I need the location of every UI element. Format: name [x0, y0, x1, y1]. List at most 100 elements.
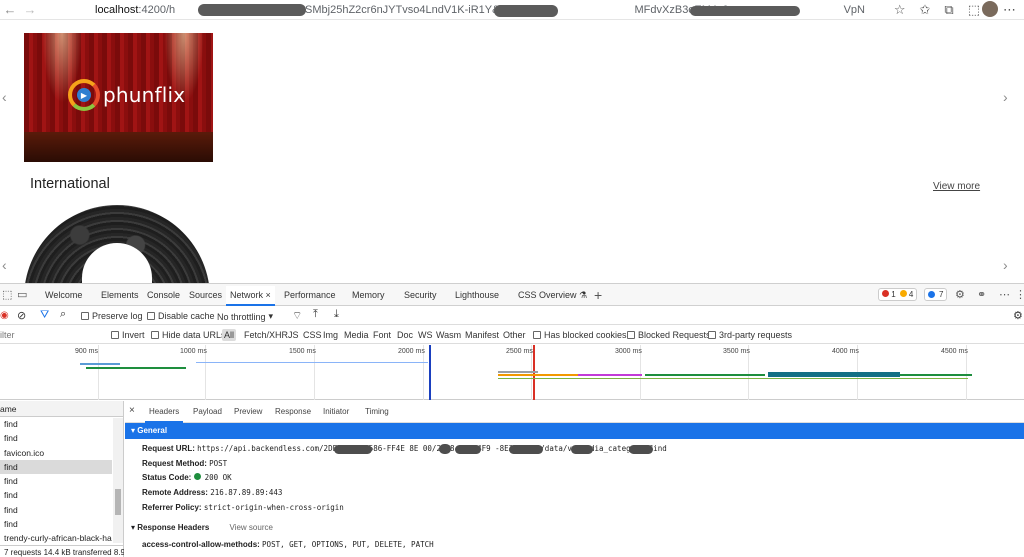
third-party-checkbox[interactable]: 3rd-party requests — [708, 330, 792, 340]
request-row[interactable]: find — [0, 459, 112, 475]
filter-type-manifest[interactable]: Manifest — [465, 330, 499, 340]
tab-headers[interactable]: Headers — [145, 401, 184, 423]
redaction-mark — [455, 445, 481, 454]
request-row[interactable]: find — [0, 417, 112, 431]
gear-icon[interactable]: ⚙ — [1013, 309, 1023, 322]
tab-console[interactable]: Console — [147, 290, 180, 300]
name-column-header[interactable]: ame — [0, 401, 123, 417]
throttling-select[interactable]: No throttling ▾ — [217, 311, 273, 322]
request-row[interactable]: find — [0, 488, 112, 502]
more-options-icon[interactable]: ⋯ — [999, 288, 1010, 301]
general-section-header[interactable]: ▾ General — [125, 423, 1024, 439]
wifi-icon[interactable]: ⌔ — [292, 309, 302, 323]
tab-lighthouse[interactable]: Lighthouse — [455, 290, 499, 300]
collections-icon[interactable]: ⧉ — [944, 2, 953, 18]
view-more-link[interactable]: View more — [933, 181, 980, 192]
response-headers-section[interactable]: ▾ Response Headers View source — [131, 523, 273, 532]
upload-icon[interactable]: ⤒ — [313, 308, 318, 321]
remote-address-row: Remote Address: 216.87.89.89:443 — [142, 488, 283, 497]
customize-icon[interactable]: ⚭ — [977, 288, 986, 301]
blocked-requests-checkbox[interactable]: Blocked Requests — [627, 330, 711, 340]
request-row[interactable]: trendy-curly-african-black-hai — [0, 531, 112, 545]
filter-type-img[interactable]: Img — [323, 330, 338, 340]
preserve-log-checkbox[interactable]: Preserve log — [81, 311, 143, 321]
close-icon[interactable]: × — [266, 290, 271, 300]
carousel-prev-icon[interactable]: ‹ — [2, 257, 7, 273]
tab-preview[interactable]: Preview — [234, 407, 262, 416]
tab-css-overview[interactable]: CSS Overview ⚗ — [518, 290, 587, 301]
devtools-panel: ⬚ ▭ Welcome Elements Console Sources Net… — [0, 283, 1024, 557]
gear-icon[interactable]: ⚙ — [955, 288, 965, 301]
filter-type-font[interactable]: Font — [373, 330, 391, 340]
back-arrow-icon[interactable]: ← — [0, 2, 20, 17]
phunflix-logo: ▶ phunflix — [68, 79, 185, 111]
tab-sources[interactable]: Sources — [189, 290, 222, 300]
request-row[interactable]: favicon.ico — [0, 446, 112, 460]
tab-payload[interactable]: Payload — [193, 407, 222, 416]
record-icon[interactable]: ◉ — [0, 310, 9, 321]
carousel-next-icon[interactable]: › — [1003, 89, 1008, 105]
filter-input[interactable]: ilter — [0, 330, 15, 340]
more-menu-icon[interactable]: ⋯ — [1003, 2, 1016, 18]
filter-type-all[interactable]: All — [222, 329, 237, 341]
dock-icon[interactable]: ⋮ — [1015, 288, 1024, 301]
issues-badge[interactable]: 1 4 — [878, 288, 918, 301]
request-row[interactable]: find — [0, 503, 112, 517]
tab-welcome[interactable]: Welcome — [45, 290, 82, 300]
search-icon[interactable]: ⌕ — [60, 308, 66, 321]
filter-type-media[interactable]: Media — [344, 330, 369, 340]
forward-arrow-icon[interactable]: → — [20, 2, 40, 17]
blocked-cookies-checkbox[interactable]: Has blocked cookies — [533, 330, 627, 340]
request-row[interactable]: find — [0, 517, 112, 531]
filter-type-fetch-xhr[interactable]: Fetch/XHR — [244, 330, 288, 340]
favorite-star-icon[interactable]: ☆ — [894, 2, 906, 18]
invert-checkbox[interactable]: Invert — [111, 330, 145, 340]
request-row[interactable]: find — [0, 431, 112, 445]
request-details: × Headers Payload Preview Response Initi… — [125, 401, 1024, 557]
filter-icon[interactable]: ⛛ — [40, 309, 49, 322]
movie-poster[interactable] — [24, 205, 210, 283]
waterfall-bar — [498, 371, 538, 373]
tab-response[interactable]: Response — [275, 407, 311, 416]
filter-type-other[interactable]: Other — [503, 330, 526, 340]
add-tab-icon[interactable]: + — [594, 287, 602, 303]
request-list-scrollbar[interactable] — [113, 418, 123, 543]
tab-timing[interactable]: Timing — [365, 407, 389, 416]
movie-poster[interactable]: ▶ phunflix — [24, 33, 213, 162]
download-icon[interactable]: ⤓ — [334, 308, 339, 321]
tab-elements[interactable]: Elements — [101, 290, 139, 300]
view-source-link[interactable]: View source — [230, 523, 273, 532]
timeline-tick: 1000 ms — [180, 348, 207, 355]
info-icon — [928, 291, 935, 298]
info-badge[interactable]: 7 — [924, 288, 948, 301]
carousel-prev-icon[interactable]: ‹ — [2, 89, 7, 105]
chevron-down-icon: ▾ — [268, 311, 274, 321]
device-toolbar-icon[interactable]: ▭ — [17, 288, 27, 301]
tab-network[interactable]: Network × — [226, 286, 275, 306]
timeline-tick: 4000 ms — [832, 348, 859, 355]
inspect-icon[interactable]: ⬚ — [2, 288, 12, 301]
tab-security[interactable]: Security — [404, 290, 437, 300]
flask-icon: ⚗ — [579, 290, 588, 300]
favorites-icon[interactable]: ✩ — [920, 2, 931, 18]
filter-type-js[interactable]: JS — [288, 330, 299, 340]
clear-icon[interactable]: ⊘ — [17, 309, 26, 322]
filter-type-doc[interactable]: Doc — [397, 330, 413, 340]
hide-data-urls-checkbox[interactable]: Hide data URLs — [151, 330, 226, 340]
tab-performance[interactable]: Performance — [284, 290, 336, 300]
disable-cache-checkbox[interactable]: Disable cache — [147, 311, 215, 321]
filter-type-wasm[interactable]: Wasm — [436, 330, 461, 340]
request-row[interactable]: find — [0, 474, 112, 488]
profile-avatar[interactable] — [982, 1, 998, 17]
extensions-icon[interactable]: ⬚ — [968, 2, 980, 18]
tab-initiator[interactable]: Initiator — [323, 407, 349, 416]
waterfall-bar — [768, 372, 900, 377]
tab-memory[interactable]: Memory — [352, 290, 385, 300]
filter-type-ws[interactable]: WS — [418, 330, 433, 340]
scrollbar-thumb[interactable] — [115, 489, 121, 515]
network-overview-timeline[interactable]: 900 ms 1000 ms 1500 ms 2000 ms 2500 ms 3… — [0, 345, 1024, 400]
close-icon[interactable]: × — [129, 405, 135, 416]
carousel-next-icon[interactable]: › — [1003, 257, 1008, 273]
waterfall-bar — [578, 374, 642, 376]
filter-type-css[interactable]: CSS — [303, 330, 322, 340]
